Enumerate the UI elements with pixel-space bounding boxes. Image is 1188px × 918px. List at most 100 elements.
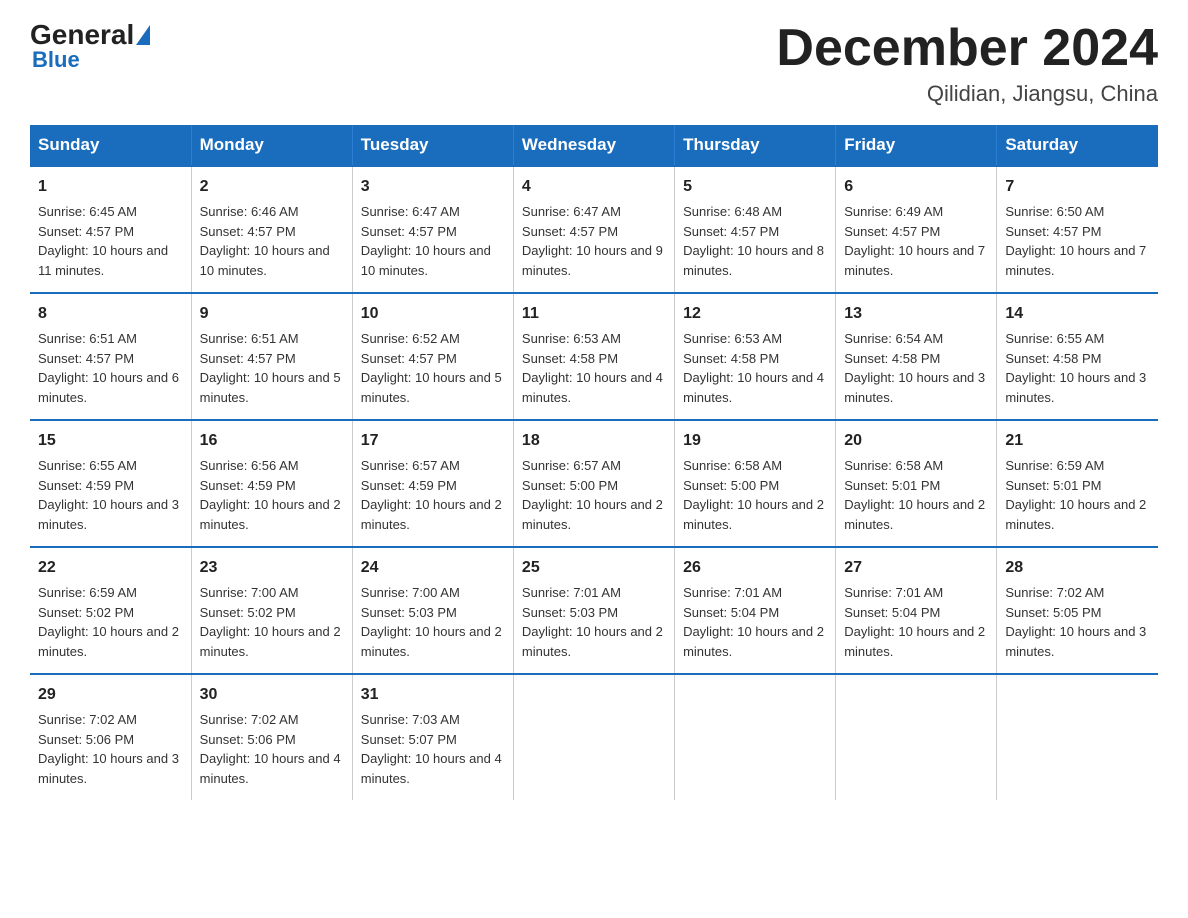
calendar-cell: 30 Sunrise: 7:02 AM Sunset: 5:06 PM Dayl… bbox=[191, 674, 352, 800]
day-daylight: Daylight: 10 hours and 2 minutes. bbox=[844, 497, 985, 532]
logo-blue-text: Blue bbox=[30, 47, 80, 73]
day-sunset: Sunset: 5:02 PM bbox=[38, 605, 134, 620]
day-sunrise: Sunrise: 7:02 AM bbox=[38, 712, 137, 727]
day-number: 1 bbox=[38, 175, 183, 199]
day-number: 22 bbox=[38, 556, 183, 580]
day-daylight: Daylight: 10 hours and 3 minutes. bbox=[1005, 624, 1146, 659]
day-sunrise: Sunrise: 6:47 AM bbox=[361, 204, 460, 219]
day-daylight: Daylight: 10 hours and 6 minutes. bbox=[38, 370, 179, 405]
day-sunset: Sunset: 5:06 PM bbox=[200, 732, 296, 747]
logo: General Blue bbox=[30, 20, 150, 73]
day-daylight: Daylight: 10 hours and 10 minutes. bbox=[361, 243, 491, 278]
day-daylight: Daylight: 10 hours and 9 minutes. bbox=[522, 243, 663, 278]
calendar-cell: 11 Sunrise: 6:53 AM Sunset: 4:58 PM Dayl… bbox=[513, 293, 674, 420]
calendar-title: December 2024 bbox=[776, 20, 1158, 77]
day-daylight: Daylight: 10 hours and 2 minutes. bbox=[522, 497, 663, 532]
day-header-friday: Friday bbox=[836, 125, 997, 166]
calendar-week-row: 1 Sunrise: 6:45 AM Sunset: 4:57 PM Dayli… bbox=[30, 166, 1158, 293]
day-daylight: Daylight: 10 hours and 3 minutes. bbox=[38, 497, 179, 532]
calendar-cell: 7 Sunrise: 6:50 AM Sunset: 4:57 PM Dayli… bbox=[997, 166, 1158, 293]
day-daylight: Daylight: 10 hours and 4 minutes. bbox=[200, 751, 341, 786]
calendar-cell: 17 Sunrise: 6:57 AM Sunset: 4:59 PM Dayl… bbox=[352, 420, 513, 547]
calendar-cell: 15 Sunrise: 6:55 AM Sunset: 4:59 PM Dayl… bbox=[30, 420, 191, 547]
day-daylight: Daylight: 10 hours and 7 minutes. bbox=[844, 243, 985, 278]
day-sunset: Sunset: 5:03 PM bbox=[361, 605, 457, 620]
day-daylight: Daylight: 10 hours and 4 minutes. bbox=[683, 370, 824, 405]
day-sunrise: Sunrise: 6:54 AM bbox=[844, 331, 943, 346]
day-sunrise: Sunrise: 6:49 AM bbox=[844, 204, 943, 219]
day-daylight: Daylight: 10 hours and 2 minutes. bbox=[683, 497, 824, 532]
day-number: 2 bbox=[200, 175, 344, 199]
day-sunset: Sunset: 4:57 PM bbox=[361, 351, 457, 366]
day-number: 21 bbox=[1005, 429, 1150, 453]
day-sunset: Sunset: 5:06 PM bbox=[38, 732, 134, 747]
day-number: 18 bbox=[522, 429, 666, 453]
calendar-cell: 9 Sunrise: 6:51 AM Sunset: 4:57 PM Dayli… bbox=[191, 293, 352, 420]
calendar-cell: 16 Sunrise: 6:56 AM Sunset: 4:59 PM Dayl… bbox=[191, 420, 352, 547]
day-sunrise: Sunrise: 7:02 AM bbox=[1005, 585, 1104, 600]
day-sunrise: Sunrise: 6:57 AM bbox=[361, 458, 460, 473]
day-sunset: Sunset: 4:57 PM bbox=[38, 224, 134, 239]
calendar-cell: 3 Sunrise: 6:47 AM Sunset: 4:57 PM Dayli… bbox=[352, 166, 513, 293]
day-number: 8 bbox=[38, 302, 183, 326]
day-sunset: Sunset: 4:57 PM bbox=[1005, 224, 1101, 239]
calendar-cell: 18 Sunrise: 6:57 AM Sunset: 5:00 PM Dayl… bbox=[513, 420, 674, 547]
day-sunset: Sunset: 4:59 PM bbox=[38, 478, 134, 493]
day-sunset: Sunset: 4:57 PM bbox=[683, 224, 779, 239]
day-sunrise: Sunrise: 6:50 AM bbox=[1005, 204, 1104, 219]
day-sunrise: Sunrise: 6:52 AM bbox=[361, 331, 460, 346]
day-sunrise: Sunrise: 7:01 AM bbox=[844, 585, 943, 600]
day-header-sunday: Sunday bbox=[30, 125, 191, 166]
day-number: 28 bbox=[1005, 556, 1150, 580]
calendar-cell: 28 Sunrise: 7:02 AM Sunset: 5:05 PM Dayl… bbox=[997, 547, 1158, 674]
calendar-cell: 12 Sunrise: 6:53 AM Sunset: 4:58 PM Dayl… bbox=[675, 293, 836, 420]
day-header-monday: Monday bbox=[191, 125, 352, 166]
day-header-wednesday: Wednesday bbox=[513, 125, 674, 166]
day-header-tuesday: Tuesday bbox=[352, 125, 513, 166]
day-sunset: Sunset: 4:58 PM bbox=[844, 351, 940, 366]
day-daylight: Daylight: 10 hours and 3 minutes. bbox=[38, 751, 179, 786]
day-number: 14 bbox=[1005, 302, 1150, 326]
day-daylight: Daylight: 10 hours and 2 minutes. bbox=[844, 624, 985, 659]
day-sunrise: Sunrise: 6:58 AM bbox=[683, 458, 782, 473]
day-sunset: Sunset: 4:59 PM bbox=[361, 478, 457, 493]
day-sunrise: Sunrise: 7:03 AM bbox=[361, 712, 460, 727]
day-number: 5 bbox=[683, 175, 827, 199]
day-sunrise: Sunrise: 7:00 AM bbox=[200, 585, 299, 600]
day-sunset: Sunset: 4:57 PM bbox=[200, 224, 296, 239]
calendar-table: SundayMondayTuesdayWednesdayThursdayFrid… bbox=[30, 125, 1158, 800]
day-sunrise: Sunrise: 6:53 AM bbox=[522, 331, 621, 346]
calendar-week-row: 8 Sunrise: 6:51 AM Sunset: 4:57 PM Dayli… bbox=[30, 293, 1158, 420]
day-sunset: Sunset: 5:01 PM bbox=[1005, 478, 1101, 493]
day-sunset: Sunset: 5:03 PM bbox=[522, 605, 618, 620]
calendar-cell: 25 Sunrise: 7:01 AM Sunset: 5:03 PM Dayl… bbox=[513, 547, 674, 674]
day-sunrise: Sunrise: 6:47 AM bbox=[522, 204, 621, 219]
day-number: 24 bbox=[361, 556, 505, 580]
day-daylight: Daylight: 10 hours and 2 minutes. bbox=[683, 624, 824, 659]
day-sunrise: Sunrise: 6:45 AM bbox=[38, 204, 137, 219]
calendar-cell: 20 Sunrise: 6:58 AM Sunset: 5:01 PM Dayl… bbox=[836, 420, 997, 547]
calendar-cell bbox=[997, 674, 1158, 800]
day-number: 29 bbox=[38, 683, 183, 707]
day-number: 9 bbox=[200, 302, 344, 326]
calendar-cell: 24 Sunrise: 7:00 AM Sunset: 5:03 PM Dayl… bbox=[352, 547, 513, 674]
calendar-cell bbox=[513, 674, 674, 800]
day-header-thursday: Thursday bbox=[675, 125, 836, 166]
calendar-week-row: 22 Sunrise: 6:59 AM Sunset: 5:02 PM Dayl… bbox=[30, 547, 1158, 674]
day-daylight: Daylight: 10 hours and 2 minutes. bbox=[361, 624, 502, 659]
day-daylight: Daylight: 10 hours and 2 minutes. bbox=[1005, 497, 1146, 532]
day-daylight: Daylight: 10 hours and 4 minutes. bbox=[522, 370, 663, 405]
day-sunset: Sunset: 4:57 PM bbox=[844, 224, 940, 239]
day-header-saturday: Saturday bbox=[997, 125, 1158, 166]
calendar-cell: 21 Sunrise: 6:59 AM Sunset: 5:01 PM Dayl… bbox=[997, 420, 1158, 547]
day-number: 27 bbox=[844, 556, 988, 580]
day-daylight: Daylight: 10 hours and 2 minutes. bbox=[200, 497, 341, 532]
day-sunset: Sunset: 5:00 PM bbox=[683, 478, 779, 493]
day-daylight: Daylight: 10 hours and 3 minutes. bbox=[1005, 370, 1146, 405]
day-sunset: Sunset: 4:58 PM bbox=[1005, 351, 1101, 366]
day-sunrise: Sunrise: 7:00 AM bbox=[361, 585, 460, 600]
day-number: 3 bbox=[361, 175, 505, 199]
calendar-cell: 5 Sunrise: 6:48 AM Sunset: 4:57 PM Dayli… bbox=[675, 166, 836, 293]
calendar-week-row: 29 Sunrise: 7:02 AM Sunset: 5:06 PM Dayl… bbox=[30, 674, 1158, 800]
day-sunset: Sunset: 5:07 PM bbox=[361, 732, 457, 747]
